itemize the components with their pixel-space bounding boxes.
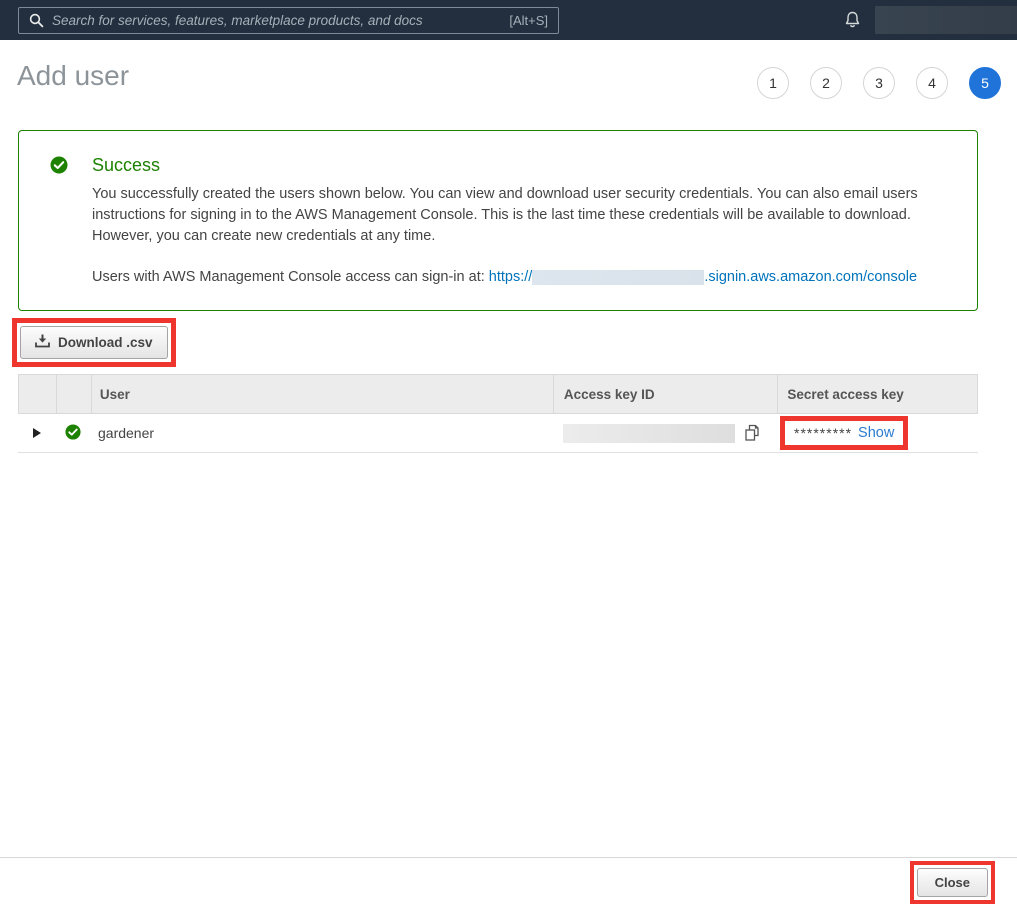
table-header-access-key-id: Access key ID [553, 375, 778, 413]
top-navigation-bar: [Alt+S] [0, 0, 1017, 40]
secret-key-mask: ********* [794, 425, 852, 441]
table-header-user: User [91, 375, 553, 413]
wizard-step-1[interactable]: 1 [757, 67, 789, 99]
table-header-status [56, 375, 91, 413]
success-alert-body: You successfully created the users shown… [92, 184, 950, 247]
row-expand-caret-icon[interactable] [33, 428, 41, 438]
wizard-step-indicator: 1 2 3 4 5 [757, 67, 1001, 99]
table-header-row: User Access key ID Secret access key [18, 374, 978, 414]
search-shortcut-hint: [Alt+S] [509, 13, 548, 28]
access-key-id-redacted [563, 424, 735, 443]
page-title: Add user [17, 60, 129, 92]
account-id-redacted [532, 270, 704, 285]
row-user-name: gardener [90, 425, 553, 441]
row-success-check-icon [65, 424, 81, 443]
download-icon [35, 334, 50, 351]
success-alert: Success You successfully created the use… [18, 130, 978, 311]
notifications-bell-icon[interactable] [844, 11, 861, 34]
success-alert-title: Success [92, 155, 950, 175]
show-secret-link[interactable]: Show [858, 425, 894, 441]
annotation-box-download-csv: Download .csv [12, 318, 176, 367]
signin-url-line: Users with AWS Management Console access… [92, 269, 950, 285]
download-csv-label: Download .csv [58, 335, 153, 350]
wizard-step-4[interactable]: 4 [916, 67, 948, 99]
row-secret-key-cell: ********* Show [778, 416, 978, 450]
close-button[interactable]: Close [917, 868, 988, 897]
footer-divider [0, 857, 1017, 858]
download-csv-button[interactable]: Download .csv [20, 326, 168, 359]
wizard-step-3[interactable]: 3 [863, 67, 895, 99]
account-info-redacted[interactable] [875, 6, 1017, 34]
copy-icon[interactable] [743, 423, 762, 443]
table-row: gardener ********* Show [18, 414, 978, 453]
global-search-box[interactable]: [Alt+S] [18, 7, 559, 34]
search-input[interactable] [52, 13, 501, 28]
wizard-step-2[interactable]: 2 [810, 67, 842, 99]
table-header-secret-access-key: Secret access key [777, 375, 977, 413]
row-access-key-cell [553, 423, 778, 443]
signin-url-link[interactable]: https://.signin.aws.amazon.com/console [489, 269, 917, 285]
annotation-box-secret-show: ********* Show [780, 416, 908, 450]
signin-url-prefix: Users with AWS Management Console access… [92, 269, 485, 285]
wizard-step-5-active[interactable]: 5 [969, 67, 1001, 99]
search-icon [29, 13, 44, 28]
success-check-icon [50, 156, 68, 310]
annotation-box-close: Close [910, 861, 995, 904]
created-users-table: User Access key ID Secret access key gar… [18, 374, 978, 453]
